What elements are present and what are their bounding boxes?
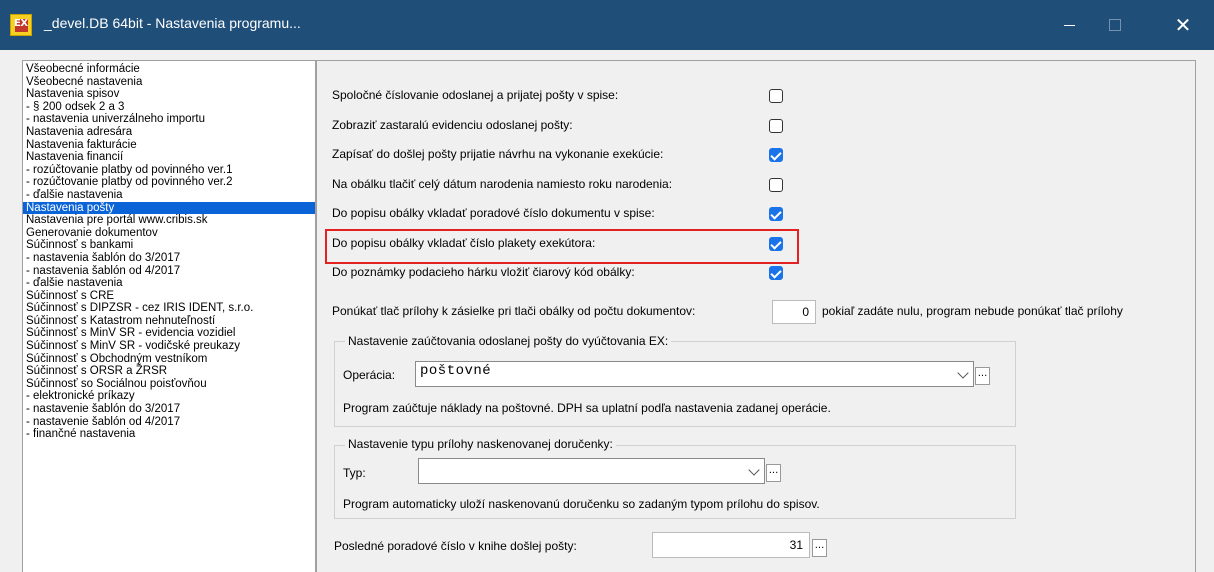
option-checkbox[interactable] (769, 118, 783, 133)
tree-item[interactable]: Nastavenia pošty (23, 201, 315, 215)
tree-item[interactable]: Nastavenia financií (23, 151, 315, 164)
settings-tree[interactable]: Všeobecné informácie Všeobecné nastavenia… (22, 60, 316, 572)
app-icon: EX (10, 14, 32, 36)
chevron-down-icon (748, 464, 760, 476)
option-label: Zobraziť zastaralú evidenciu odoslanej p… (332, 117, 573, 132)
tree-item[interactable]: - nastavenie šablón do 3/2017 (23, 403, 315, 416)
option-checkbox[interactable] (769, 89, 783, 103)
tree-item[interactable]: Súčinnosť s MinV SR - vodičské preukazy (23, 340, 315, 353)
window-title: _devel.DB 64bit - Nastavenia programu... (44, 15, 301, 31)
tree-item[interactable]: - ďalšie nastavenia (23, 189, 315, 202)
tree-item[interactable]: Všeobecné nastavenia (23, 76, 315, 89)
tree-item[interactable]: Súčinnosť s CRE (23, 290, 315, 303)
tree-item[interactable]: - rozúčtovanie platby od povinného ver.1 (23, 164, 315, 177)
tree-item[interactable]: Nastavenia pre portál www.cribis.sk (23, 214, 315, 227)
attachments-offer-label: Ponúkať tlač prílohy k zásielke pri tlač… (332, 304, 696, 318)
postage-group-title: Nastavenie zaúčtovania odoslanej pošty d… (345, 334, 672, 348)
title-bar: EX _devel.DB 64bit - Nastavenia programu… (0, 0, 1214, 50)
tree-item[interactable]: Súčinnosť s ORSR a ŽRSR (23, 365, 315, 378)
tree-item[interactable]: Súčinnosť s Obchodným vestníkom (23, 353, 315, 366)
tree-item[interactable]: Súčinnosť s DIPZSR - cez IRIS IDENT, s.r… (23, 302, 315, 315)
postage-hint: Program zaúčtuje náklady na poštovné. DP… (343, 401, 831, 415)
tree-item[interactable]: - § 200 odsek 2 a 3 (23, 101, 315, 114)
tree-item[interactable]: - elektronické príkazy (23, 390, 315, 403)
tree-item[interactable]: - finančné nastavenia (23, 428, 315, 441)
tree-item[interactable]: Súčinnosť so Sociálnou poisťovňou (23, 378, 315, 391)
attachments-offer-note: pokiaľ zadáte nulu, program nebude ponúk… (822, 304, 1123, 318)
highlight-frame (325, 229, 799, 264)
last-number-browse-button[interactable]: ... (812, 539, 827, 557)
tree-item[interactable]: - rozúčtovanie platby od povinného ver.2 (23, 176, 315, 189)
option-checkbox[interactable] (769, 177, 783, 192)
tree-item[interactable]: - nastavenie šablón od 4/2017 (23, 416, 315, 429)
minimize-button[interactable] (1046, 0, 1092, 50)
receipt-hint: Program automaticky uloží naskenovanú do… (343, 497, 820, 511)
last-number-label: Posledné poradové číslo v knihe došlej p… (334, 539, 577, 553)
tree-item[interactable]: Súčinnosť s Katastrom nehnuteľností (23, 315, 315, 328)
tree-item[interactable]: Nastavenia fakturácie (23, 139, 315, 152)
tree-item[interactable]: - nastavenia šablón od 4/2017 (23, 265, 315, 278)
option-checkbox[interactable] (769, 266, 783, 280)
option-label: Do popisu obálky vkladať poradové číslo … (332, 206, 655, 220)
type-label: Typ: (343, 466, 366, 480)
tree-item[interactable]: - nastavenia šablón do 3/2017 (23, 252, 315, 265)
operation-label: Operácia: (343, 368, 396, 382)
close-button[interactable]: ✕ (1160, 0, 1206, 50)
option-label: Do poznámky podacieho hárku vložiť čiaro… (332, 265, 635, 279)
type-select[interactable] (418, 458, 765, 484)
option-label: Zapísať do došlej pošty prijatie návrhu … (332, 147, 664, 161)
tree-item[interactable]: Generovanie dokumentov (23, 227, 315, 240)
chevron-down-icon (957, 367, 969, 379)
attachments-offer-input[interactable]: 0 (772, 300, 816, 324)
tree-item[interactable]: - nastavenia univerzálneho importu (23, 113, 315, 126)
maximize-button[interactable] (1092, 0, 1138, 50)
close-icon: ✕ (1174, 13, 1192, 37)
type-browse-button[interactable]: ... (766, 464, 781, 482)
option-checkbox[interactable] (769, 148, 783, 162)
receipt-group-title: Nastavenie typu prílohy naskenovanej dor… (345, 437, 616, 451)
option-checkbox[interactable] (769, 207, 783, 221)
last-number-input[interactable]: 31 (652, 532, 810, 558)
tree-item[interactable]: Nastavenia adresára (23, 126, 315, 139)
option-label: Na obálku tlačiť celý dátum narodenia na… (332, 176, 673, 191)
tree-item[interactable]: Nastavenia spisov (23, 88, 315, 101)
tree-item[interactable]: Súčinnosť s bankami (23, 239, 315, 252)
operation-value: poštovné (420, 363, 492, 379)
operation-browse-button[interactable]: ... (975, 367, 990, 385)
tree-item[interactable]: Všeobecné informácie (23, 63, 315, 76)
tree-item[interactable]: Súčinnosť s MinV SR - evidencia vozidiel (23, 327, 315, 340)
operation-select[interactable]: poštovné (415, 361, 974, 387)
tree-item[interactable]: - ďalšie nastavenia (23, 277, 315, 290)
option-label: Spoločné číslovanie odoslanej a prijatej… (332, 88, 619, 102)
